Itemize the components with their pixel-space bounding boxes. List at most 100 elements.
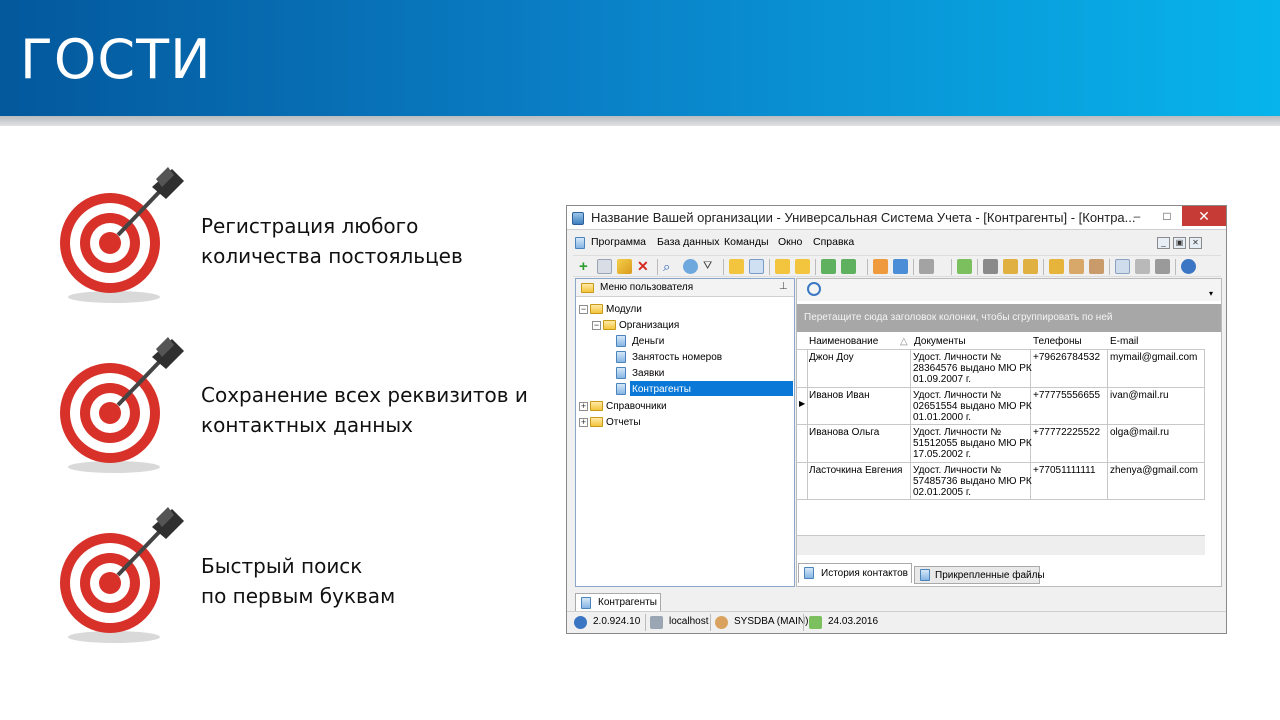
print-setup-icon[interactable] [919, 259, 934, 274]
play-icon[interactable] [1155, 259, 1170, 274]
cell-phone: +77775556655 [1033, 390, 1101, 401]
edit-icon[interactable] [617, 259, 632, 274]
refresh-icon[interactable] [683, 259, 698, 274]
delete-icon[interactable]: ✕ [637, 259, 652, 274]
group-by-panel[interactable]: Перетащите сюда заголовок колонки, чтобы… [797, 304, 1221, 332]
tree-organization[interactable]: Организация [619, 320, 679, 331]
clock-icon[interactable] [807, 282, 821, 296]
tab-label: История контактов [821, 568, 908, 579]
chevron-down-icon[interactable]: ▾ [1209, 289, 1213, 298]
cell-email: ivan@mail.ru [1110, 390, 1169, 401]
toolbar-separator [977, 259, 978, 275]
add-icon[interactable]: + [579, 259, 594, 274]
tree-item-occupancy[interactable]: Занятость номеров [632, 352, 722, 363]
feature-requisites: Сохранение всех реквизитов и контактных … [56, 335, 576, 475]
collapse-organization-icon[interactable]: − [592, 321, 601, 330]
row-indicator-icon: ▶ [799, 399, 806, 408]
info-icon[interactable] [1181, 259, 1196, 274]
status-date: 24.03.2016 [828, 616, 879, 627]
minimize-button[interactable]: – [1122, 206, 1152, 226]
filter-icon[interactable]: ⛛ [703, 259, 718, 274]
grid-toolbar: ▾ [797, 279, 1221, 301]
cell-document: Удост. Личности № [913, 390, 1002, 401]
tree-item-requests[interactable]: Заявки [632, 368, 664, 379]
export-icon[interactable] [729, 259, 744, 274]
maximize-button[interactable]: □ [1152, 206, 1182, 226]
menu-program[interactable]: Программа [591, 236, 646, 248]
column-header-name[interactable]: Наименование [809, 336, 878, 347]
tree-item-contractors[interactable]: Контрагенты [632, 384, 691, 395]
tools-icon[interactable] [983, 259, 998, 274]
grid-line [1204, 349, 1205, 499]
calendar-icon[interactable] [957, 259, 972, 274]
user-icon[interactable] [1089, 259, 1104, 274]
table-icon[interactable] [1115, 259, 1130, 274]
tab-contractors[interactable]: Контрагенты [575, 593, 661, 611]
mdi-minimize-button[interactable]: _ [1157, 237, 1170, 249]
settings-icon[interactable] [1003, 259, 1018, 274]
cell-name: Джон Доу [809, 352, 854, 363]
toolbar-separator [913, 259, 914, 275]
menu-window[interactable]: Окно [778, 236, 802, 248]
toolbar: + ✕ ⌕ ⛛ [573, 255, 1221, 277]
window-new-icon[interactable] [873, 259, 888, 274]
close-button[interactable]: ✕ [1182, 206, 1226, 226]
mdi-close-button[interactable]: ✕ [1189, 237, 1202, 249]
feature-line: по первым буквам [201, 584, 396, 608]
window-cascade-icon[interactable] [893, 259, 908, 274]
cell-document: 01.09.2007 г. [913, 374, 972, 385]
menu-database[interactable]: База данных [657, 236, 720, 248]
toolbar-separator [769, 259, 770, 275]
lock-icon[interactable] [1049, 259, 1064, 274]
folder-icon [581, 283, 594, 293]
folder-up-icon[interactable] [775, 259, 790, 274]
cell-document: 01.01.2000 г. [913, 412, 972, 423]
tree-item-money[interactable]: Деньги [632, 336, 664, 347]
expand-reference-icon[interactable]: + [579, 402, 588, 411]
grid-line [797, 387, 1205, 388]
expand-reports-icon[interactable]: + [579, 418, 588, 427]
users-icon[interactable] [1069, 259, 1084, 274]
column-header-phones[interactable]: Телефоны [1033, 336, 1082, 347]
toolbar-separator [867, 259, 868, 275]
tree-modules[interactable]: Модули [606, 304, 642, 315]
pin-icon[interactable]: ⊥ [779, 281, 788, 292]
tree-reports[interactable]: Отчеты [606, 417, 641, 428]
collapse-modules-icon[interactable]: − [579, 305, 588, 314]
tree-reference[interactable]: Справочники [606, 401, 667, 412]
user-menu-title: Меню пользователя [600, 282, 694, 293]
excel-icon[interactable] [821, 259, 836, 274]
cell-email: zhenya@gmail.com [1110, 465, 1198, 476]
status-bar: 2.0.924.10 localhost SYSDBA (MAIN) 24.03… [567, 611, 1226, 633]
cell-phone: +77772225522 [1033, 427, 1101, 438]
comment-icon[interactable] [749, 259, 764, 274]
tab-label: Прикрепленные файлы [935, 570, 1045, 581]
toolbar-separator [657, 259, 658, 275]
contractors-grid-panel: ▾ Перетащите сюда заголовок колонки, что… [796, 278, 1222, 587]
server-icon [650, 616, 663, 629]
window-title: Название Вашей организации - Универсальн… [591, 210, 1136, 225]
target-dart-icon [60, 337, 184, 473]
toolbar-separator [723, 259, 724, 275]
document-icon [920, 569, 930, 581]
menu-commands[interactable]: Команды [724, 236, 769, 248]
column-header-email[interactable]: E-mail [1110, 336, 1138, 347]
window-titlebar[interactable]: Название Вашей организации - Универсальн… [567, 206, 1226, 230]
tab-attached-files[interactable]: Прикрепленные файлы [914, 566, 1045, 584]
cell-phone: +79626784532 [1033, 352, 1101, 363]
column-header-documents[interactable]: Документы [914, 336, 966, 347]
copy-icon[interactable] [597, 259, 612, 274]
notes-icon[interactable] [1023, 259, 1038, 274]
menu-help[interactable]: Справка [813, 236, 854, 248]
search-icon[interactable]: ⌕ [663, 259, 678, 274]
folder-down-icon[interactable] [795, 259, 810, 274]
program-menu-icon [575, 237, 585, 249]
toolbar-separator [951, 259, 952, 275]
target-dart-icon [60, 507, 184, 643]
printer-icon[interactable] [1135, 259, 1150, 274]
excel-dropdown-icon[interactable] [841, 259, 856, 274]
cell-document: 02651554 выдано МЮ РК [913, 401, 1032, 412]
mdi-restore-button[interactable]: ▣ [1173, 237, 1186, 249]
tab-contact-history[interactable]: История контактов [798, 563, 912, 583]
document-icon [616, 383, 626, 395]
